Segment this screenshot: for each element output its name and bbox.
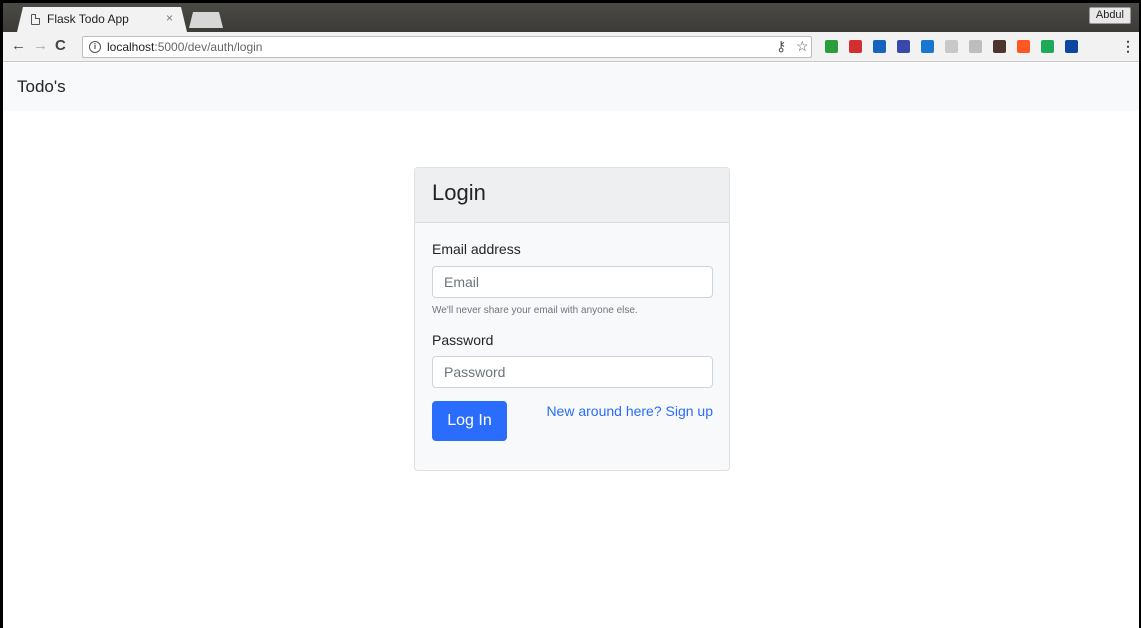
new-tab-button[interactable] xyxy=(189,12,223,28)
forward-arrow-icon[interactable]: → xyxy=(33,37,48,54)
tab-title: Flask Todo App xyxy=(47,12,129,26)
back-arrow-icon[interactable]: ← xyxy=(11,37,26,54)
ext-icon-7[interactable] xyxy=(969,40,982,53)
profile-button[interactable]: Abdul xyxy=(1088,7,1131,24)
ext-icon-9[interactable] xyxy=(1017,40,1030,53)
login-card: Login Email address We'll never share yo… xyxy=(414,167,730,471)
menu-icon[interactable]: ⋮ xyxy=(1121,38,1135,55)
page-content: Todo's Login Email address We'll never s… xyxy=(3,63,1139,628)
reload-icon[interactable]: C xyxy=(55,37,66,54)
email-input[interactable] xyxy=(432,266,713,298)
info-icon[interactable]: i xyxy=(89,41,101,53)
browser-tab[interactable]: Flask Todo App × xyxy=(17,7,187,32)
close-icon[interactable]: × xyxy=(166,11,173,25)
ext-icon-2[interactable] xyxy=(849,40,862,53)
browser-toolbar: ← → C i localhost:5000/dev/auth/login ⚷ … xyxy=(3,32,1139,62)
email-label: Email address xyxy=(432,241,521,257)
login-button[interactable]: Log In xyxy=(432,401,507,441)
star-icon[interactable]: ☆ xyxy=(796,38,809,55)
navbar: Todo's xyxy=(3,63,1139,111)
url-host: localhost xyxy=(107,40,155,54)
signup-link[interactable]: New around here? Sign up xyxy=(546,403,713,419)
ext-icon-11[interactable] xyxy=(1065,40,1078,53)
address-bar[interactable]: i localhost:5000/dev/auth/login xyxy=(82,36,812,58)
email-help-text: We'll never share your email with anyone… xyxy=(432,305,638,316)
ext-icon-8[interactable] xyxy=(993,40,1006,53)
brand-link[interactable]: Todo's xyxy=(17,77,66,97)
key-icon[interactable]: ⚷ xyxy=(776,38,786,55)
browser-window: Flask Todo App × Abdul ← → C i localhost… xyxy=(3,3,1139,628)
password-label: Password xyxy=(432,332,494,348)
ext-icon-5[interactable] xyxy=(921,40,934,53)
url-path: :5000/dev/auth/login xyxy=(154,40,263,54)
tab-strip: Flask Todo App × Abdul xyxy=(3,3,1139,32)
password-input[interactable] xyxy=(432,356,713,388)
ext-icon-1[interactable] xyxy=(825,40,838,53)
ext-icon-6[interactable] xyxy=(945,40,958,53)
card-header: Login xyxy=(415,168,729,223)
ext-icon-3[interactable] xyxy=(873,40,886,53)
url-text[interactable]: localhost:5000/dev/auth/login xyxy=(107,40,262,54)
login-title: Login xyxy=(432,180,486,205)
ext-icon-4[interactable] xyxy=(897,40,910,53)
ext-icon-10[interactable] xyxy=(1041,40,1054,53)
page-icon xyxy=(31,14,40,25)
